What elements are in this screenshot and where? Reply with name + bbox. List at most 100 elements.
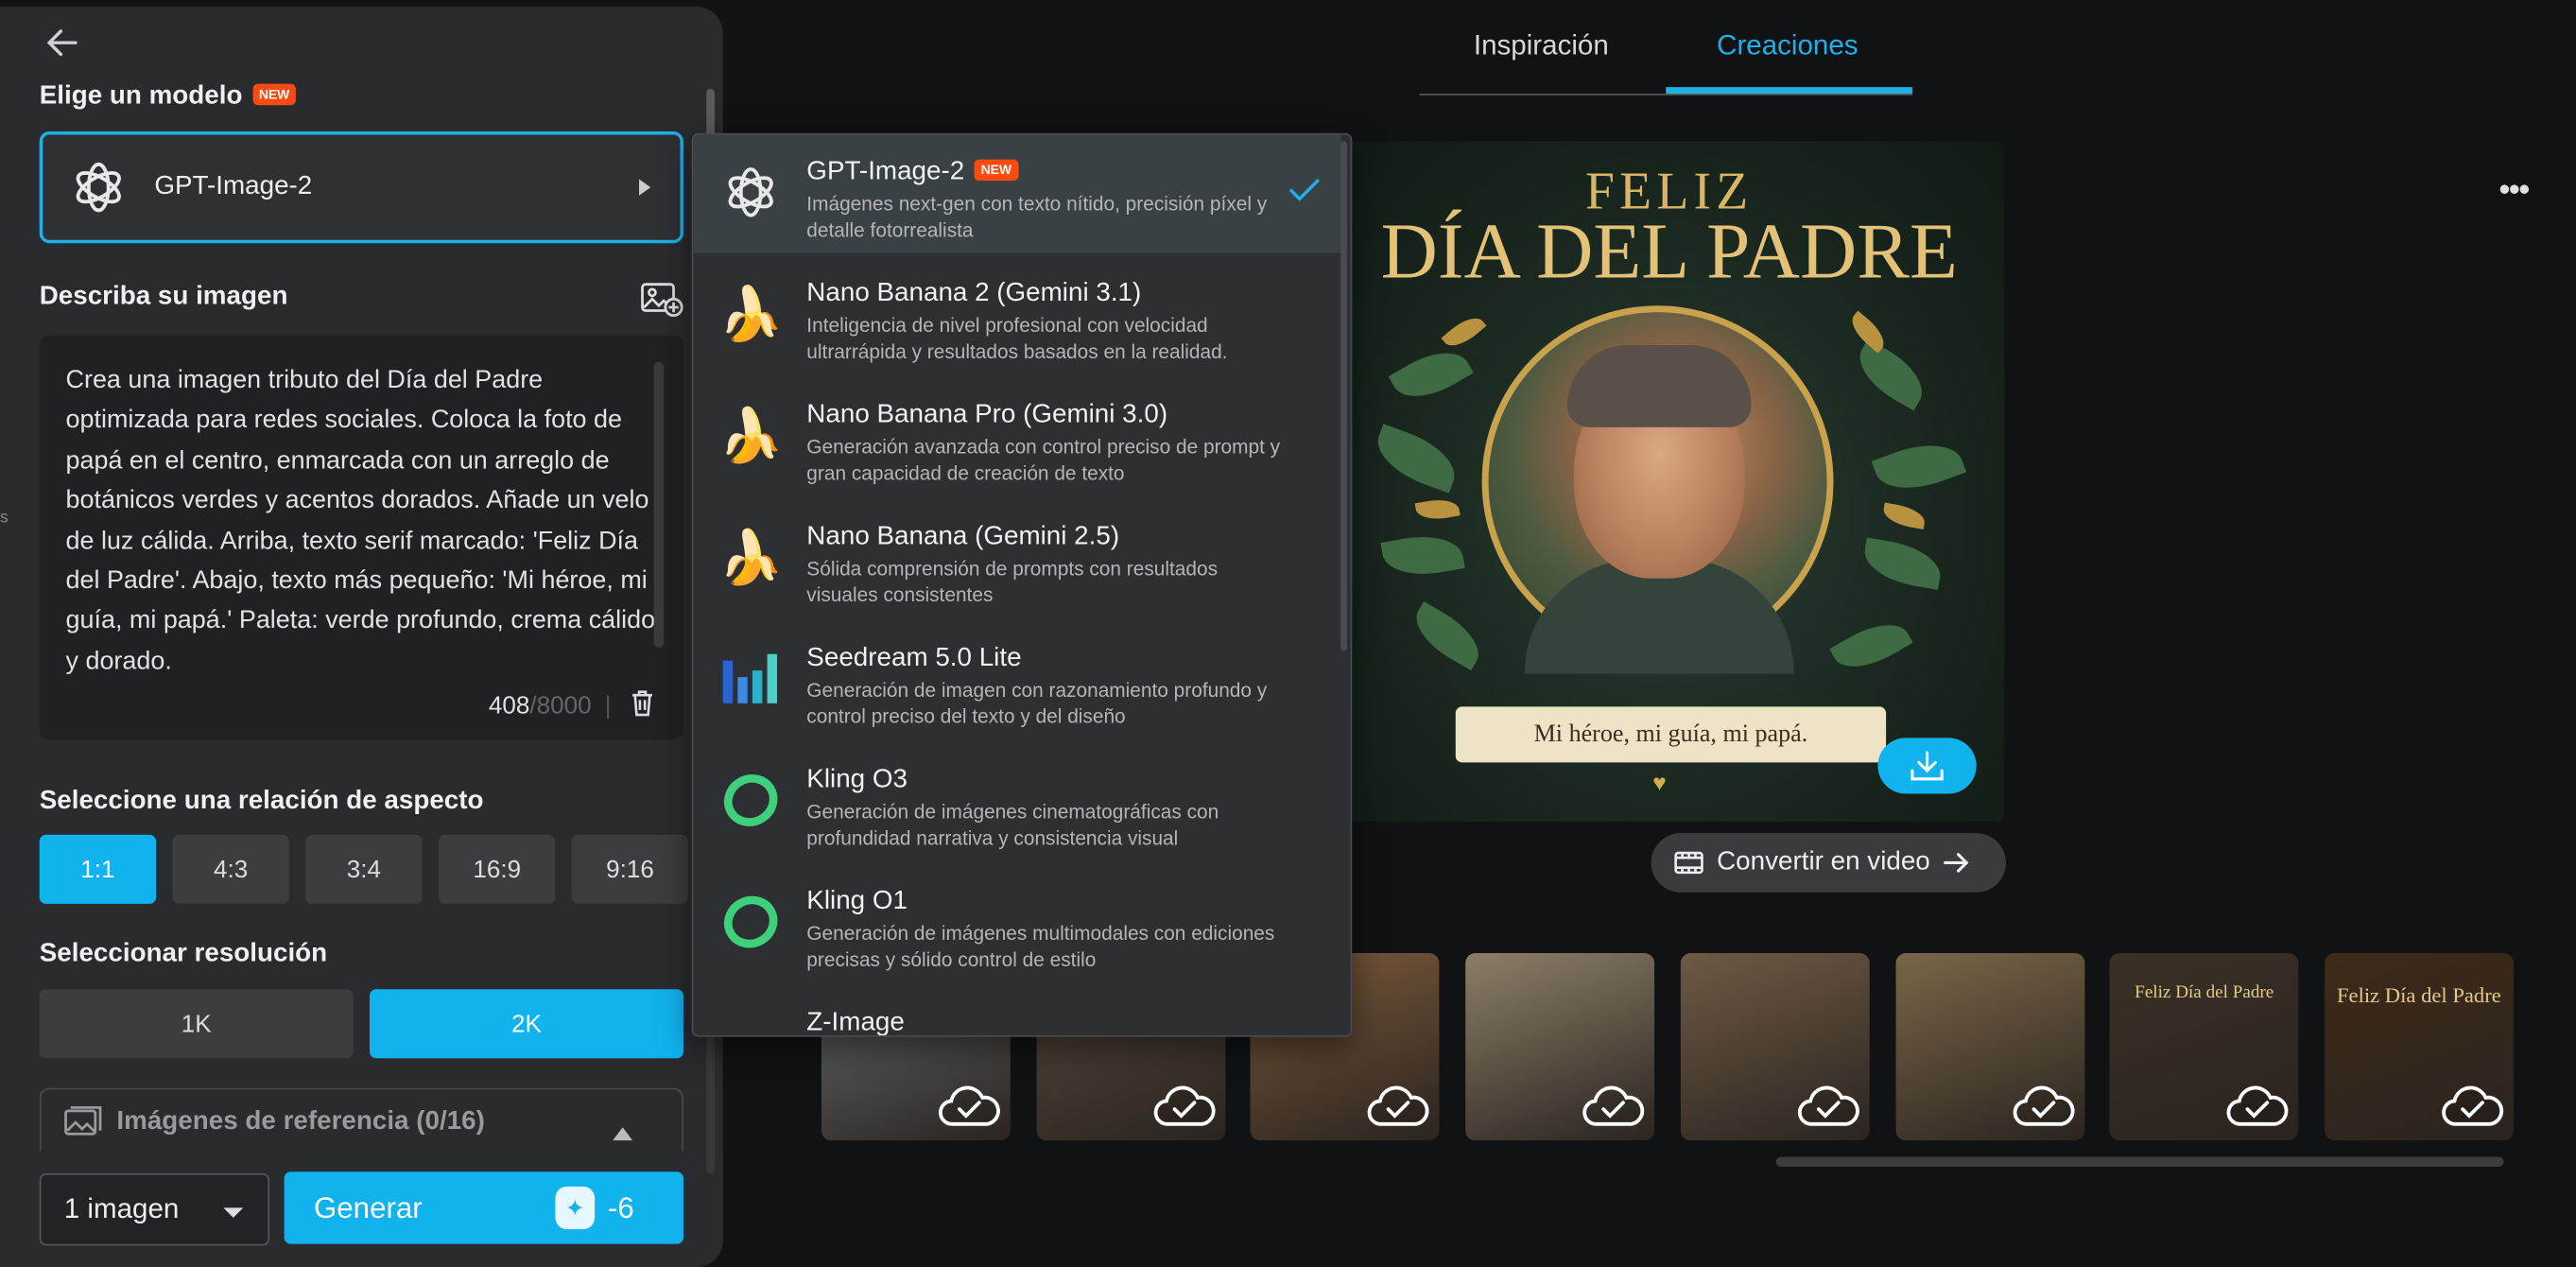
thumbnail-title: Feliz Día del Padre xyxy=(2336,982,2501,1008)
view-tabs: Inspiración Creaciones xyxy=(1419,0,1912,95)
download-icon xyxy=(1910,751,1944,781)
cloud-saved-icon xyxy=(1368,1085,1430,1126)
model-option-kling-o1[interactable]: Kling O1 Generación de imágenes multimod… xyxy=(693,864,1340,982)
model-option-desc: Generación de imágenes multimodales con … xyxy=(806,922,1275,971)
resolution-label: Seleccionar resolución xyxy=(39,940,328,968)
tab-creaciones[interactable]: Creaciones xyxy=(1717,29,1858,62)
back-arrow-icon[interactable] xyxy=(43,23,82,62)
ratio-4-3-button[interactable]: 4:3 xyxy=(172,834,289,904)
resolution-2k-button[interactable]: 2K xyxy=(370,989,683,1059)
describe-label: Describa su imagen xyxy=(39,282,288,311)
download-button[interactable] xyxy=(1877,738,1977,794)
model-option-nano-banana[interactable]: 🍌 Nano Banana (Gemini 2.5) Sólida compre… xyxy=(693,499,1340,617)
banana-icon: 🍌 xyxy=(717,406,784,465)
model-option-desc: Inteligencia de nivel profesional con ve… xyxy=(806,313,1228,363)
creation-thumbnail[interactable] xyxy=(1894,953,2084,1141)
tab-inspiracion[interactable]: Inspiración xyxy=(1474,29,1609,62)
creation-thumbnail[interactable]: Feliz Día del Padre xyxy=(2324,953,2514,1141)
prompt-text[interactable]: Crea una imagen tributo del Día del Padr… xyxy=(66,361,661,682)
ratio-16-9-button[interactable]: 16:9 xyxy=(439,834,556,904)
more-options-icon[interactable]: ••• xyxy=(2498,172,2530,210)
aspect-label: Seleccione una relación de aspecto xyxy=(39,787,484,816)
gold-leaf-decoration xyxy=(1441,310,1487,354)
model-option-desc: Generación avanzada con control preciso … xyxy=(806,435,1281,484)
image-count-select[interactable]: 1 imagen xyxy=(39,1172,270,1246)
seedream-icon xyxy=(719,648,782,710)
heart-icon: ♥ xyxy=(1652,769,1667,796)
leaf-decoration xyxy=(1368,424,1464,494)
openai-icon xyxy=(76,162,121,213)
poster-title-line2: DÍA DEL PADRE xyxy=(1380,208,1958,296)
add-image-icon[interactable] xyxy=(641,281,683,318)
new-badge: NEW xyxy=(251,83,297,106)
cloud-saved-icon xyxy=(939,1085,1000,1126)
edge-text: s xyxy=(0,509,9,528)
ratio-1-1-button[interactable]: 1:1 xyxy=(39,834,157,904)
images-icon xyxy=(64,1105,102,1135)
model-option-gpt-image-2[interactable]: GPT-Image-2 NEW Imágenes next-gen con tex… xyxy=(693,134,1341,253)
new-badge: NEW xyxy=(974,159,1018,182)
leaf-decoration xyxy=(1388,338,1474,411)
kling-icon xyxy=(719,891,782,953)
trash-icon[interactable] xyxy=(631,690,653,717)
z-image-icon: Z xyxy=(719,1026,782,1035)
poster-ribbon: Mi héroe, mi guía, mi papá. xyxy=(1455,706,1887,763)
generated-image[interactable]: FELIZ DÍA DEL PADRE Mi héroe, mi guía, m… xyxy=(1334,141,2005,822)
prompt-scrollbar[interactable] xyxy=(653,361,665,648)
model-option-z-image[interactable]: Z Z-Image xyxy=(693,986,1340,1037)
model-option-nano-banana-pro[interactable]: 🍌 Nano Banana Pro (Gemini 3.0) Generació… xyxy=(693,378,1340,496)
active-tab-indicator xyxy=(1666,87,1912,95)
model-option-name: Kling O1 xyxy=(806,887,908,916)
portrait-frame xyxy=(1481,305,1834,674)
reference-images-section[interactable]: Imágenes de referencia (0/16) xyxy=(39,1087,683,1154)
model-option-name: GPT-Image-2 NEW xyxy=(806,158,1018,187)
collapse-triangle-icon[interactable] xyxy=(613,1127,633,1141)
dropdown-scrollbar[interactable] xyxy=(1340,141,1348,651)
model-option-name: Z-Image xyxy=(806,1009,905,1037)
model-label-text: Elige un modelo xyxy=(39,81,243,111)
model-option-name: Nano Banana 2 (Gemini 3.1) xyxy=(806,279,1142,308)
creation-thumbnail[interactable] xyxy=(1680,953,1870,1141)
creation-thumbnail[interactable]: Feliz Día del Padre xyxy=(2109,953,2299,1141)
resolution-1k-button[interactable]: 1K xyxy=(39,989,354,1059)
char-count: 408 xyxy=(488,691,530,720)
cloud-saved-icon xyxy=(2012,1085,2074,1126)
cloud-saved-icon xyxy=(1153,1085,1216,1126)
openai-icon xyxy=(719,161,782,223)
banana-icon: 🍌 xyxy=(717,284,784,344)
cloud-saved-icon xyxy=(2442,1085,2503,1126)
model-option-seedream[interactable]: Seedream 5.0 Lite Generación de imagen c… xyxy=(693,621,1340,739)
generate-button[interactable]: Generar ✦ -6 xyxy=(284,1172,683,1244)
prompt-textarea[interactable]: Crea una imagen tributo del Día del Padr… xyxy=(39,335,683,740)
banana-icon: 🍌 xyxy=(717,527,784,587)
model-selector[interactable]: GPT-Image-2 xyxy=(39,131,683,244)
aspect-ratio-group: 1:1 4:3 3:4 16:9 9:16 xyxy=(39,834,689,904)
model-section-label: Elige un modelo NEW xyxy=(40,82,297,112)
leaf-decoration xyxy=(1871,431,1967,502)
thumbnail-title: Feliz Día del Padre xyxy=(2135,982,2274,1003)
model-option-name: Nano Banana (Gemini 2.5) xyxy=(806,522,1120,551)
leaf-decoration xyxy=(1848,338,1934,411)
thumbnail-scrollbar[interactable] xyxy=(1775,1156,2504,1167)
ratio-9-16-button[interactable]: 9:16 xyxy=(571,834,689,904)
convert-label: Convertir en video xyxy=(1717,847,1930,876)
resolution-group: 1K 2K xyxy=(39,989,683,1059)
model-option-desc: Imágenes next-gen con texto nítido, prec… xyxy=(806,192,1268,241)
creation-thumbnail[interactable] xyxy=(1465,953,1655,1141)
gold-leaf-decoration xyxy=(1414,495,1461,523)
char-max: /8000 xyxy=(529,691,592,720)
counter-separator: | xyxy=(604,691,612,720)
model-dropdown: GPT-Image-2 NEW Imágenes next-gen con tex… xyxy=(691,132,1353,1037)
convert-to-video-button[interactable]: Convertir en video xyxy=(1651,833,2006,893)
reference-label: Imágenes de referencia (0/16) xyxy=(116,1106,485,1136)
credit-cost: ✦ -6 xyxy=(555,1185,660,1231)
model-option-kling-o3[interactable]: Kling O3 Generación de imágenes cinemato… xyxy=(693,743,1340,861)
model-option-name: Nano Banana Pro (Gemini 3.0) xyxy=(806,401,1168,429)
leaf-decoration xyxy=(1405,601,1490,671)
model-option-nano-banana-2[interactable]: 🍌 Nano Banana 2 (Gemini 3.1) Inteligenci… xyxy=(693,256,1340,374)
image-count-value: 1 imagen xyxy=(63,1192,180,1224)
caret-right-icon xyxy=(639,179,651,196)
leaf-decoration xyxy=(1829,611,1913,681)
char-counter: 408/8000 xyxy=(489,692,592,720)
ratio-3-4-button[interactable]: 3:4 xyxy=(305,834,423,904)
